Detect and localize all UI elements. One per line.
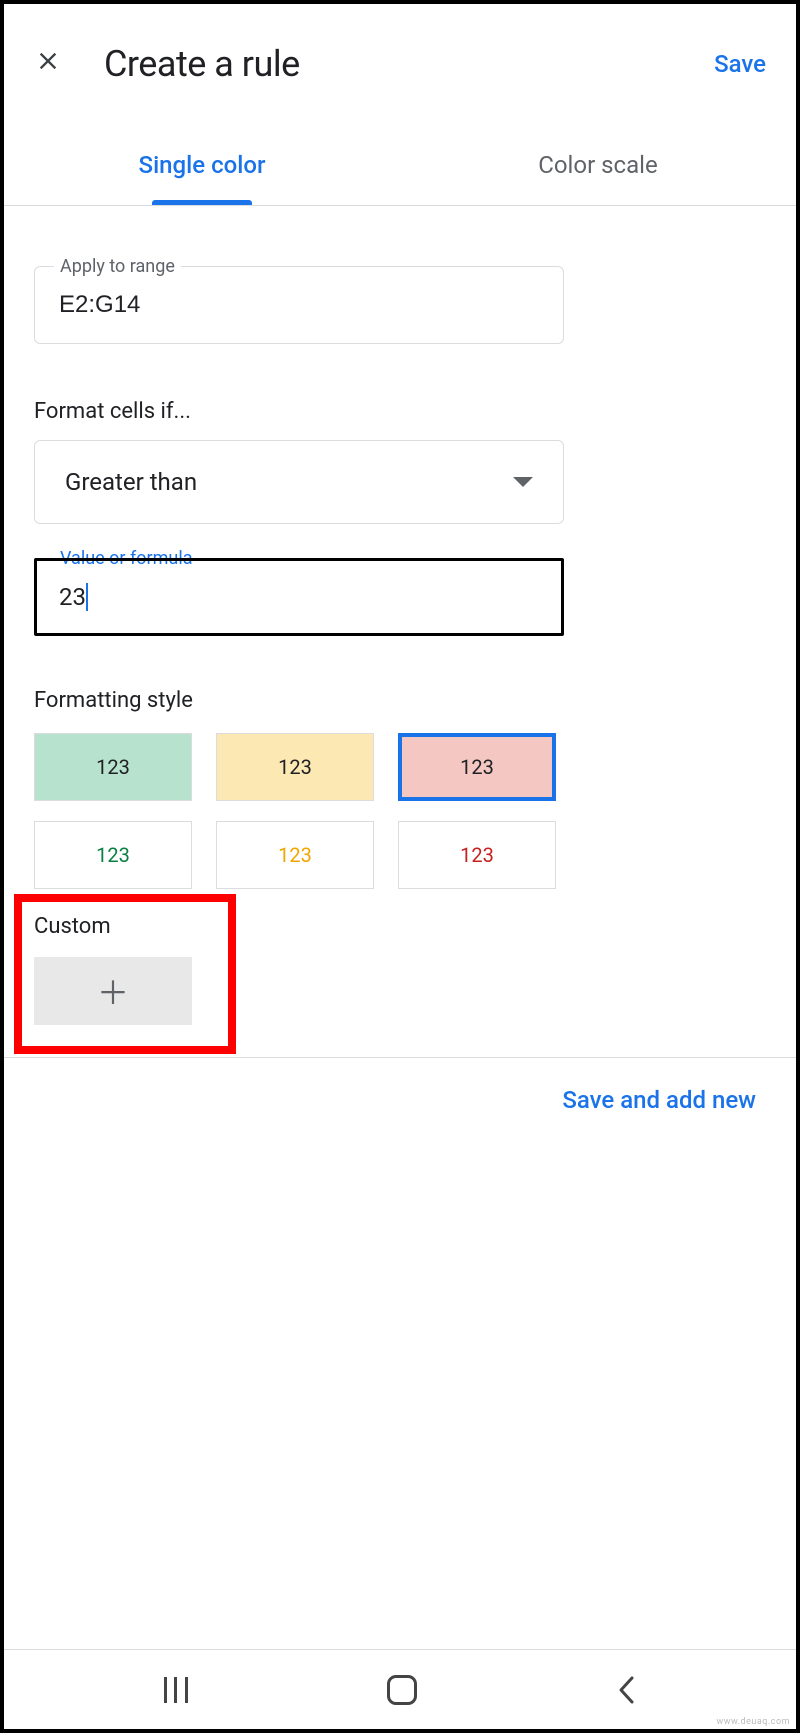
style-swatch-0[interactable]: 123 [34,733,192,801]
tab-color-scale[interactable]: Color scale [400,124,796,205]
tab-single-color[interactable]: Single color [4,124,400,205]
custom-section: Custom ＋ [34,914,766,1025]
page-title: Create a rule [104,43,714,85]
style-swatch-1[interactable]: 123 [216,733,374,801]
chevron-down-icon [513,477,533,487]
tab-bar: Single color Color scale [4,124,796,206]
range-label: Apply to range [54,256,181,277]
close-icon[interactable] [34,45,74,83]
swatch-grid: 123 123 123 123 123 123 [34,733,766,889]
dropdown-selected: Greater than [65,468,197,496]
nav-home-icon[interactable] [387,1675,417,1705]
formatting-section: Formatting style 123 123 123 123 123 123 Cust… [34,688,766,1025]
tab-label: Color scale [538,151,657,179]
condition-label: Format cells if... [34,399,766,424]
footer-action-bar: Save and add new [4,1057,796,1142]
header-bar: Create a rule Save [4,4,796,124]
save-button[interactable]: Save [714,50,766,78]
value-input[interactable]: 23 [34,558,564,636]
formatting-label: Formatting style [34,688,766,713]
plus-icon: ＋ [97,968,129,1014]
watermark: www.deuaq.com [716,1717,790,1727]
style-swatch-4[interactable]: 123 [216,821,374,889]
nav-recents-icon[interactable] [164,1677,188,1703]
nav-back-icon[interactable] [616,1675,636,1705]
save-add-new-button[interactable]: Save and add new [562,1086,756,1114]
range-field-wrap: Apply to range [34,266,766,344]
text-cursor [86,583,88,611]
custom-add-button[interactable]: ＋ [34,957,192,1025]
tab-label: Single color [139,151,266,179]
range-input[interactable] [34,266,564,344]
value-field-wrap: Value or formula 23 [34,558,766,636]
android-navbar [4,1649,796,1729]
content-area: Apply to range Format cells if... Greate… [4,206,796,1025]
condition-dropdown[interactable]: Greater than [34,440,564,524]
value-text: 23 [59,583,86,611]
style-swatch-5[interactable]: 123 [398,821,556,889]
style-swatch-2[interactable]: 123 [398,733,556,801]
custom-label: Custom [34,914,766,939]
style-swatch-3[interactable]: 123 [34,821,192,889]
